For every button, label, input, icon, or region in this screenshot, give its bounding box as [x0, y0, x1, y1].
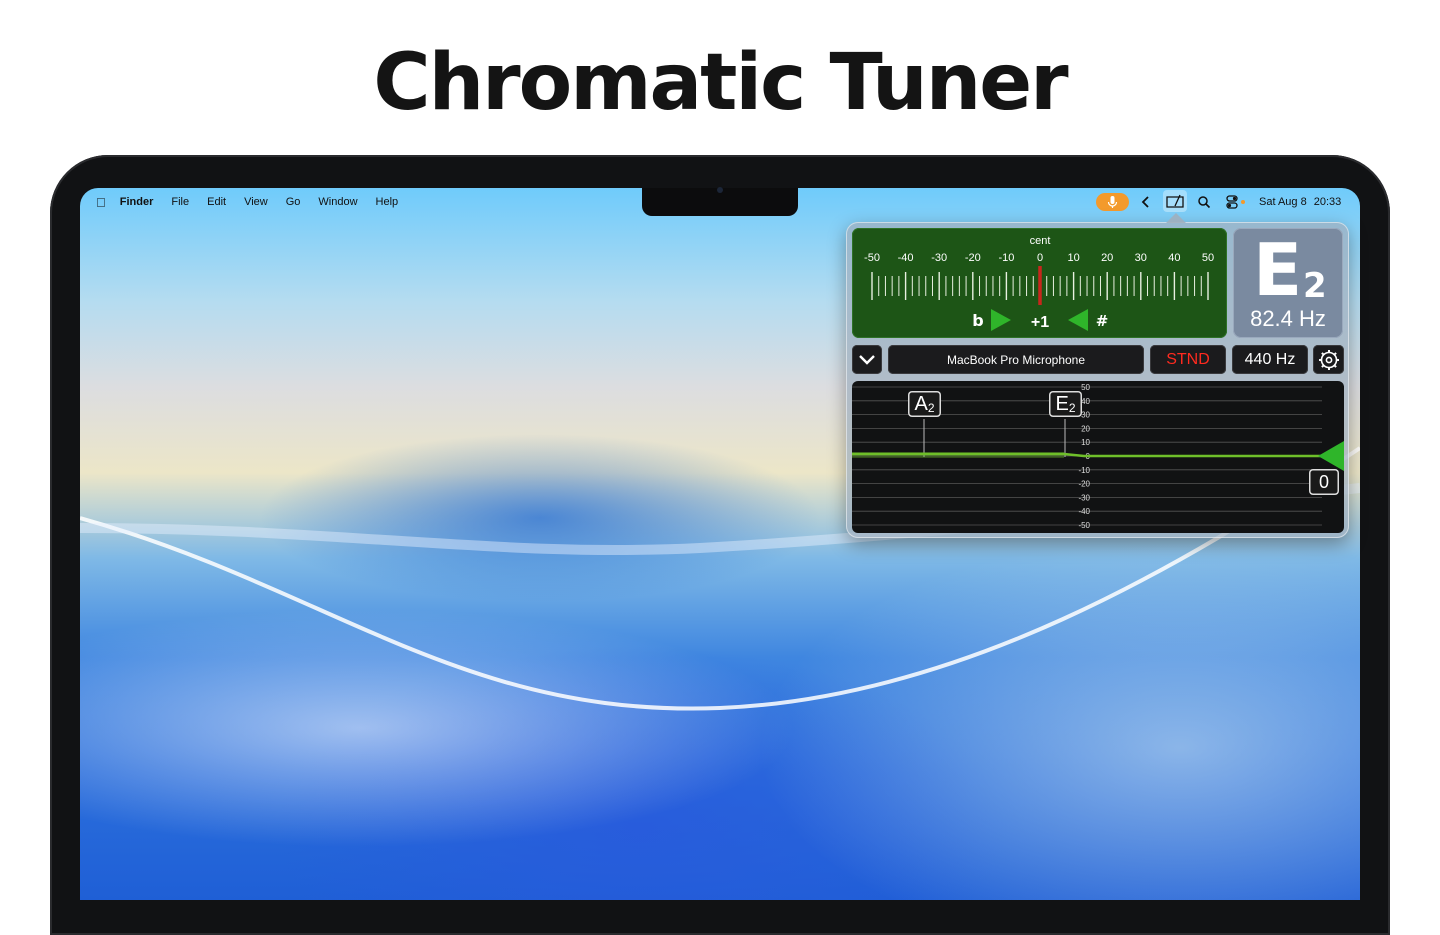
menu-go[interactable]: Go — [286, 196, 301, 208]
menubar-time: 20:33 — [1313, 196, 1342, 208]
scale-label: -50 — [864, 252, 880, 264]
scale-label: 40 — [1168, 252, 1180, 264]
graph-y-label: 40 — [1081, 397, 1090, 406]
graph-y-label: 20 — [1081, 424, 1090, 433]
scale-label: 30 — [1135, 252, 1147, 264]
chevron-left-icon[interactable] — [1140, 195, 1152, 209]
graph-y-label: -50 — [1078, 521, 1090, 530]
menu-view[interactable]: View — [244, 196, 268, 208]
note-frequency: 82.4 Hz — [1250, 306, 1326, 331]
note-octave: 2 — [1303, 266, 1327, 306]
menu-edit[interactable]: Edit — [207, 196, 226, 208]
scale-label: -20 — [965, 252, 981, 264]
note-letter: E — [1253, 228, 1303, 312]
graph-y-label: -40 — [1078, 507, 1090, 516]
scale-label: 20 — [1101, 252, 1113, 264]
menu-help[interactable]: Help — [376, 196, 399, 208]
graph-y-label: 10 — [1081, 438, 1090, 447]
sharp-symbol: # — [1096, 312, 1109, 330]
input-device-select[interactable]: MacBook Pro Microphone — [888, 345, 1144, 374]
gear-icon — [1318, 349, 1339, 370]
flat-indicator-icon — [991, 309, 1011, 331]
graph-y-label: 50 — [1081, 383, 1090, 392]
scale-label: -40 — [898, 252, 914, 264]
current-pitch-indicator-icon — [1318, 441, 1344, 471]
apple-logo-icon[interactable]:  — [96, 195, 106, 210]
panel-pointer — [1166, 213, 1186, 223]
collapse-button[interactable] — [852, 345, 882, 374]
chevron-down-icon — [859, 354, 875, 365]
marker-a2-octave: 2 — [927, 401, 935, 415]
marker-e2: E2 — [1049, 391, 1082, 417]
flat-symbol: b — [972, 311, 983, 330]
scale-label: -30 — [931, 252, 947, 264]
current-value-badge: 0 — [1309, 469, 1339, 495]
reference-pitch-button[interactable]: 440 Hz — [1232, 345, 1308, 374]
camera-notch — [642, 187, 798, 216]
cent-meter: cent -50 -40 -30 -20 -10 0 10 20 30 40 50 b +1 # — [852, 228, 1227, 338]
menu-app-finder[interactable]: Finder — [120, 196, 154, 208]
control-center-icon[interactable] — [1226, 195, 1248, 209]
cent-label: cent — [1030, 235, 1051, 247]
pitch-trace-fill — [852, 452, 1064, 458]
menubar-date: Sat Aug 8 — [1259, 196, 1307, 208]
tuning-mode-button[interactable]: STND — [1150, 345, 1226, 374]
detected-note: E 2 82.4 Hz — [1233, 228, 1343, 338]
camera-dot — [717, 187, 723, 193]
scale-label: 0 — [1037, 252, 1043, 264]
scale-label: -10 — [998, 252, 1014, 264]
scale-label: 50 — [1202, 252, 1214, 264]
graph-y-label: -30 — [1078, 493, 1090, 502]
menu-file[interactable]: File — [171, 196, 189, 208]
tuner-menubar-icon[interactable] — [1163, 190, 1187, 212]
cent-deviation: +1 — [1031, 314, 1049, 331]
sharp-indicator-icon — [1068, 309, 1088, 331]
graph-y-label: 30 — [1081, 411, 1090, 420]
marker-a2: A2 — [908, 391, 941, 417]
microphone-icon — [1107, 196, 1118, 208]
cent-meter-svg: cent -50 -40 -30 -20 -10 0 10 20 30 40 50 b +1 # — [864, 235, 1214, 331]
marker-e2-octave: 2 — [1068, 401, 1076, 415]
marker-a2-letter: A — [914, 392, 928, 415]
marker-e2-letter: E — [1055, 392, 1069, 415]
search-icon[interactable] — [1197, 195, 1211, 209]
scale-label: 10 — [1067, 252, 1079, 264]
page-headline: Chromatic Tuner — [373, 38, 1068, 128]
graph-y-label: -10 — [1078, 466, 1090, 475]
settings-button[interactable] — [1313, 345, 1344, 374]
menu-window[interactable]: Window — [318, 196, 357, 208]
pitch-history-graph: 50 40 30 20 10 0 -10 -20 -30 -40 -50 A2 E2 0 — [852, 381, 1344, 533]
menubar-clock[interactable]: Sat Aug 8 20:33 — [1259, 188, 1341, 216]
microphone-indicator[interactable] — [1096, 193, 1129, 211]
graph-y-label: -20 — [1078, 480, 1090, 489]
